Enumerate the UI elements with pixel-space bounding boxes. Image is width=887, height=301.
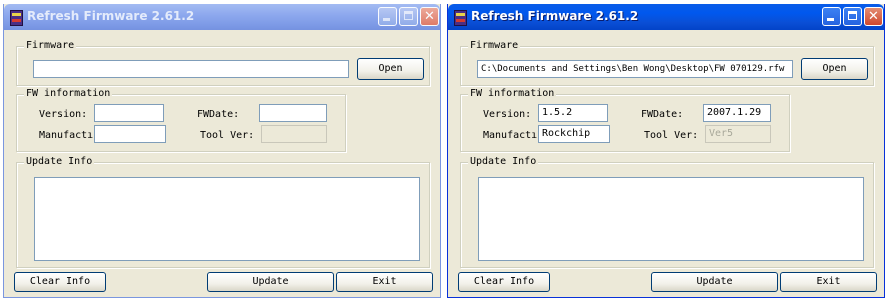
version-field[interactable]: 1.5.2 xyxy=(538,104,608,122)
tool-version-label: Tool Ver: xyxy=(200,130,255,141)
fw-information-group: FW information Version: FWDate: Manufact… xyxy=(16,88,346,152)
clear-info-button[interactable]: Clear Info xyxy=(14,272,106,292)
tool-version-field: Ver5 xyxy=(705,125,771,143)
version-label: Version: xyxy=(483,109,532,120)
firmware-group-label: Firmware xyxy=(24,40,77,52)
fw-information-label: FW information xyxy=(468,88,557,100)
window-title: Refresh Firmware 2.61.2 xyxy=(471,9,639,23)
firmware-group: Firmware Open xyxy=(16,40,430,86)
fwdate-label: FWDate: xyxy=(641,109,684,120)
fwdate-field[interactable]: 2007.1.29 xyxy=(703,104,771,122)
fw-information-group: FW information Version: 1.5.2 FWDate: 20… xyxy=(460,88,790,152)
update-info-textarea[interactable] xyxy=(478,177,864,261)
title-bar[interactable]: Refresh Firmware 2.61.2 ✕ xyxy=(4,4,440,30)
exit-button[interactable]: Exit xyxy=(336,272,433,292)
maximize-button[interactable] xyxy=(843,7,862,26)
firmware-path-field[interactable] xyxy=(33,60,349,78)
firmware-window-right: Refresh Firmware 2.61.2 ✕ Firmware C:\Do… xyxy=(447,4,885,298)
open-button[interactable]: Open xyxy=(357,58,424,80)
fwdate-label: FWDate: xyxy=(197,109,240,120)
fwdate-field[interactable] xyxy=(259,104,327,122)
minimize-button[interactable] xyxy=(822,7,841,26)
app-icon xyxy=(10,10,23,26)
update-info-group: Update Info xyxy=(16,156,430,268)
manufacturer-field[interactable] xyxy=(94,125,166,143)
update-info-group: Update Info xyxy=(460,156,874,268)
fw-information-label: FW information xyxy=(24,88,113,100)
update-button[interactable]: Update xyxy=(207,272,334,292)
firmware-path-field[interactable]: C:\Documents and Settings\Ben Wong\Deskt… xyxy=(477,60,793,78)
firmware-group-label: Firmware xyxy=(468,40,521,52)
manufacturer-label: Manufactı xyxy=(483,130,538,141)
clear-info-button[interactable]: Clear Info xyxy=(458,272,550,292)
version-label: Version: xyxy=(39,109,88,120)
firmware-window-left: Refresh Firmware 2.61.2 ✕ Firmware Open … xyxy=(3,4,441,298)
app-icon xyxy=(454,10,467,26)
manufacturer-field[interactable]: Rockchip xyxy=(538,125,610,143)
tool-version-label: Tool Ver: xyxy=(644,130,699,141)
update-info-textarea[interactable] xyxy=(34,177,420,261)
title-bar[interactable]: Refresh Firmware 2.61.2 ✕ xyxy=(448,4,884,30)
update-info-label: Update Info xyxy=(468,156,539,168)
manufacturer-label: Manufactı xyxy=(39,130,94,141)
update-info-label: Update Info xyxy=(24,156,95,168)
firmware-group: Firmware C:\Documents and Settings\Ben W… xyxy=(460,40,874,86)
version-field[interactable] xyxy=(94,104,164,122)
update-button[interactable]: Update xyxy=(651,272,778,292)
open-button[interactable]: Open xyxy=(801,58,868,80)
tool-version-field xyxy=(261,125,327,143)
minimize-button[interactable] xyxy=(378,7,397,26)
exit-button[interactable]: Exit xyxy=(780,272,877,292)
close-button[interactable]: ✕ xyxy=(420,7,439,26)
maximize-button[interactable] xyxy=(399,7,418,26)
close-button[interactable]: ✕ xyxy=(864,7,883,26)
window-title: Refresh Firmware 2.61.2 xyxy=(27,9,195,23)
